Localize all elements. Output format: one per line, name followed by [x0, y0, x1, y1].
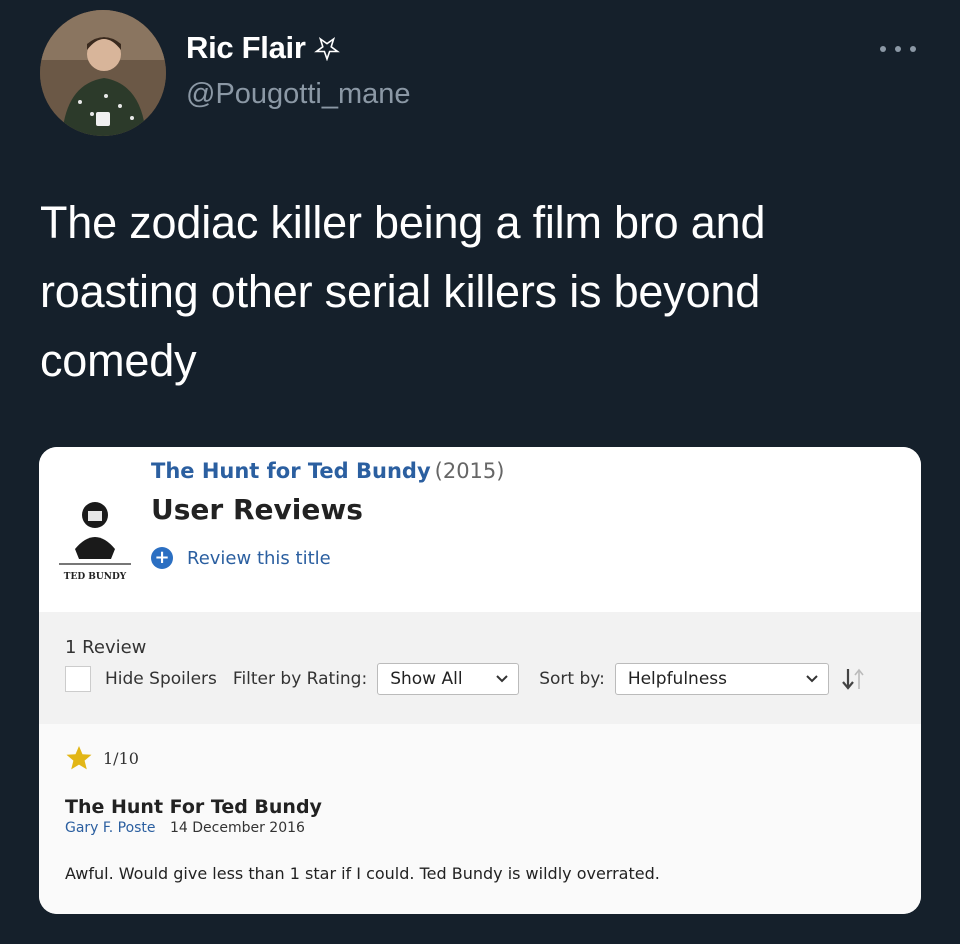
sort-by-label: Sort by: [539, 669, 605, 689]
card-header: TED BUNDY The Hunt for Ted Bundy (2015) U… [39, 447, 921, 612]
filter-bar: 1 Review Hide Spoilers Filter by Rating:… [39, 612, 921, 724]
chevron-down-icon [496, 675, 508, 683]
display-name-row[interactable]: Ric Flair [186, 30, 340, 66]
rating-value: 1/10 [103, 748, 139, 768]
hide-spoilers-label[interactable]: Hide Spoilers [105, 669, 217, 689]
hide-spoilers-checkbox[interactable] [65, 666, 91, 692]
filter-by-rating-label: Filter by Rating: [232, 669, 368, 689]
tweet: Ric Flair @Pougotti_mane The zodiac kill… [0, 0, 960, 944]
sort-by-value: Helpfulness [627, 669, 727, 689]
review-item: 1/10 The Hunt For Ted Bundy Gary F. Post… [39, 724, 921, 914]
review-this-title-label: Review this title [187, 547, 331, 569]
movie-year: (2015) [434, 459, 505, 483]
filter-rating-value: Show All [390, 669, 463, 689]
movie-title-link[interactable]: The Hunt for Ted Bundy [151, 459, 431, 483]
user-reviews-heading: User Reviews [151, 493, 363, 526]
display-name[interactable]: Ric Flair [186, 30, 306, 66]
review-count: 1 Review [65, 637, 147, 658]
avatar[interactable] [40, 10, 166, 136]
review-meta: Gary F. Poste 14 December 2016 [65, 820, 305, 836]
review-title[interactable]: The Hunt For Ted Bundy [65, 796, 322, 818]
plus-circle-icon: + [151, 547, 173, 569]
sort-by-select[interactable]: Helpfulness [614, 663, 829, 695]
review-text: Awful. Would give less than 1 star if I … [65, 864, 660, 883]
movie-title-row: The Hunt for Ted Bundy (2015) [151, 459, 504, 483]
poster-caption: TED BUNDY [64, 572, 127, 582]
review-this-title-link[interactable]: + Review this title [151, 547, 331, 569]
star-icon [66, 746, 92, 770]
review-author-link[interactable]: Gary F. Poste [65, 820, 156, 836]
review-date: 14 December 2016 [169, 820, 305, 836]
chevron-down-icon [806, 675, 818, 683]
avatar-image [40, 10, 166, 136]
user-handle[interactable]: @Pougotti_mane [186, 78, 411, 111]
tweet-text: The zodiac killer being a film bro and r… [40, 197, 766, 386]
imdb-review-screenshot[interactable]: TED BUNDY The Hunt for Ted Bundy (2015) U… [39, 447, 921, 914]
rating-row: 1/10 [65, 744, 139, 772]
more-dots-icon[interactable] [880, 40, 916, 58]
movie-poster: TED BUNDY [51, 485, 139, 589]
filter-rating-select[interactable]: Show All [377, 663, 520, 695]
sort-direction-icon[interactable] [839, 666, 867, 692]
pentagram-icon [313, 36, 340, 61]
filter-row: Hide Spoilers Filter by Rating: Show All… [65, 663, 867, 695]
